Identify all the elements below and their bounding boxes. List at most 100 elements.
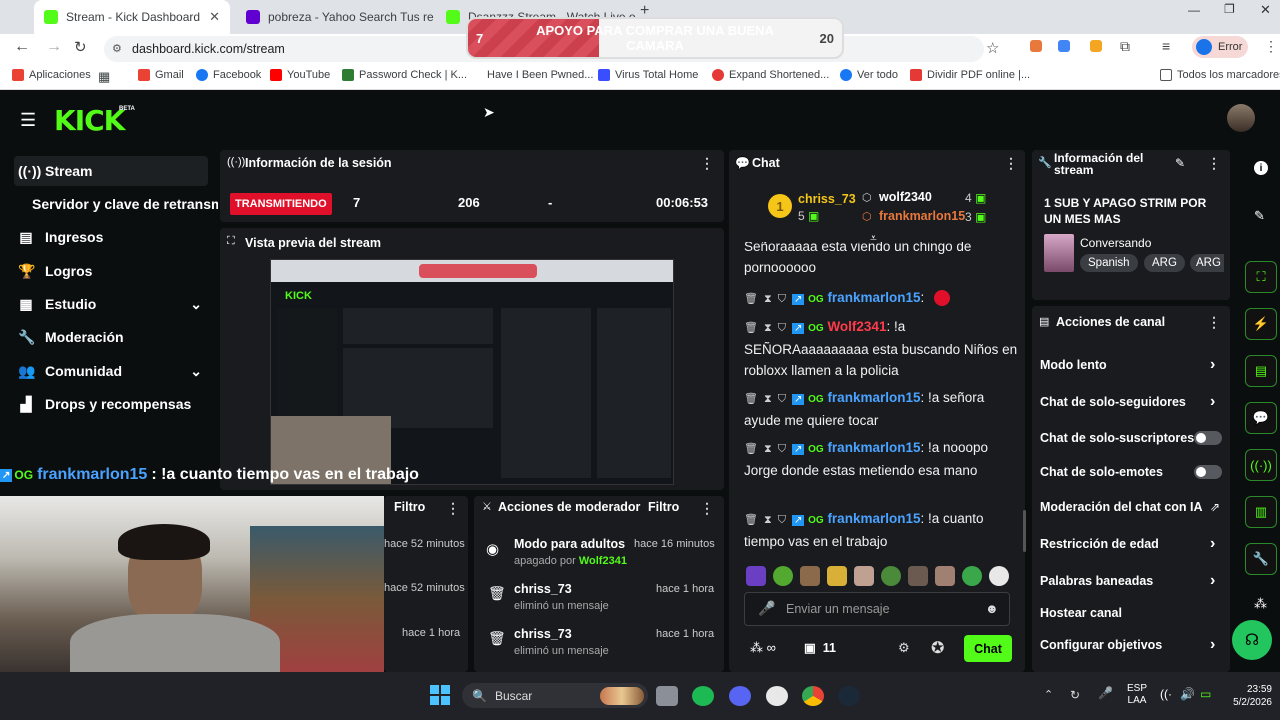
taskbar-clock[interactable]: 23:59 5/2/2026 <box>1226 683 1272 709</box>
gifts-row[interactable]: ▣ 11 <box>804 640 836 655</box>
rail-actions-icon[interactable]: ▥ <box>1245 496 1277 528</box>
bookmark-item[interactable]: YouTube <box>270 69 330 81</box>
support-headset-icon[interactable]: ☊ <box>1232 620 1272 660</box>
spotify-icon[interactable] <box>692 686 714 706</box>
bookmark-item[interactable]: Ver todo <box>840 69 898 81</box>
extensions-puzzle-icon[interactable]: ⧉ <box>1120 38 1130 55</box>
chevron-right-icon[interactable]: › <box>1210 636 1215 654</box>
tray-sync-icon[interactable]: ↻ <box>1070 688 1080 702</box>
chat-send-button[interactable]: Chat <box>964 635 1012 662</box>
microphone-icon[interactable]: 🎤 <box>758 600 775 617</box>
timeout-icon[interactable]: ⧗ <box>764 393 772 405</box>
sidebar-item-logros[interactable]: 🏆 Logros <box>14 256 208 286</box>
emote-icon[interactable] <box>800 566 820 586</box>
emote-icon[interactable] <box>935 566 955 586</box>
leaderboard-name[interactable]: frankmarlon15 <box>879 209 965 223</box>
rail-lightning-icon[interactable]: ⚡ <box>1245 308 1277 340</box>
session-menu-icon[interactable]: ⋮ <box>700 155 714 172</box>
settings-gear-icon[interactable]: ⚙ <box>898 640 910 656</box>
edit-pencil-icon[interactable]: ✎ <box>1254 208 1265 224</box>
followers-only-item[interactable]: Chat de solo-seguidores <box>1040 395 1186 409</box>
delete-icon[interactable]: 🗑 <box>744 514 758 526</box>
sidebar-item-estudio[interactable]: ▦ Estudio ⌄ <box>14 289 208 319</box>
emote-icon[interactable] <box>827 566 847 586</box>
chat-username[interactable]: Wolf2341 <box>827 319 886 334</box>
back-icon[interactable]: ← <box>14 38 30 56</box>
chevron-right-icon[interactable]: › <box>1210 393 1215 411</box>
extension-icon[interactable] <box>1090 40 1102 52</box>
sidebar-item-comunidad[interactable]: 👥 Comunidad ⌄ <box>14 356 208 386</box>
bookmark-item[interactable]: Todos los marcadores <box>1160 69 1280 81</box>
delete-icon[interactable]: 🗑 <box>744 293 758 305</box>
bookmark-item[interactable]: Gmail <box>138 69 184 81</box>
chat-username[interactable]: frankmarlon15 <box>827 440 920 455</box>
emote-icon[interactable] <box>989 566 1009 586</box>
filter-button[interactable]: Filtro <box>648 500 679 514</box>
slow-mode-item[interactable]: Modo lento <box>1040 358 1107 372</box>
chat-scrollbar[interactable] <box>1023 510 1026 552</box>
rail-preview-icon[interactable]: ⛶ <box>1245 261 1277 293</box>
bookmark-item[interactable]: Expand Shortened... <box>712 69 829 81</box>
host-channel-item[interactable]: Hostear canal <box>1040 606 1122 620</box>
reload-icon[interactable]: ↻ <box>74 38 87 56</box>
emoji-icon[interactable]: ☻ <box>985 601 999 616</box>
minimize-icon[interactable]: — <box>1188 3 1200 17</box>
chat-menu-icon[interactable]: ⋮ <box>1004 155 1018 172</box>
chat-username[interactable]: frankmarlon15 <box>827 511 920 526</box>
rail-wrench-icon[interactable]: 🔧 <box>1245 543 1277 575</box>
volume-icon[interactable]: 🔊 <box>1180 687 1195 701</box>
configure-goals-item[interactable]: Configurar objetivos <box>1040 638 1162 652</box>
ban-icon[interactable]: ⛉ <box>778 443 786 455</box>
ban-icon[interactable]: ⛉ <box>778 514 786 526</box>
rail-document-icon[interactable]: ▤ <box>1245 355 1277 387</box>
sidebar-item-drops[interactable]: ▟ Drops y recompensas <box>14 389 208 419</box>
emote-icon[interactable] <box>746 566 766 586</box>
discord-icon[interactable] <box>729 686 751 706</box>
reading-list-icon[interactable]: ≡ <box>1162 38 1170 54</box>
extension-icon[interactable] <box>1030 40 1042 52</box>
bookmark-item[interactable]: Virus Total Home <box>598 69 698 81</box>
forward-icon[interactable]: → <box>46 38 62 56</box>
wifi-icon[interactable]: ((· <box>1160 687 1172 701</box>
rail-chat-icon[interactable]: 💬 <box>1245 402 1277 434</box>
timeout-icon[interactable]: ⧗ <box>764 322 772 334</box>
taskbar-search[interactable]: 🔍 Buscar <box>462 683 648 708</box>
emote-icon[interactable] <box>854 566 874 586</box>
ban-icon[interactable]: ⛉ <box>778 322 786 334</box>
tab-yahoo-search[interactable]: pobreza - Yahoo Search Tus re ✕ <box>236 4 434 30</box>
maximize-icon[interactable]: ❐ <box>1224 2 1235 16</box>
stream-info-menu-icon[interactable]: ⋮ <box>1207 155 1221 172</box>
tray-mic-icon[interactable]: 🎤 <box>1098 686 1113 700</box>
user-avatar[interactable] <box>1227 104 1255 132</box>
ai-moderation-item[interactable]: Moderación del chat con IA <box>1040 500 1203 514</box>
delete-icon[interactable]: 🗑 <box>744 322 758 334</box>
hamburger-menu-icon[interactable]: ☰ <box>20 110 36 131</box>
task-view-icon[interactable] <box>656 686 678 706</box>
site-info-icon[interactable]: ⚙ <box>112 42 122 55</box>
bookmark-star-icon[interactable]: ☆ <box>986 39 999 57</box>
emote-icon[interactable] <box>881 566 901 586</box>
extension-icon[interactable] <box>1058 40 1070 52</box>
ban-icon[interactable]: ⛉ <box>778 293 786 305</box>
emote-icon[interactable] <box>962 566 982 586</box>
channel-actions-menu-icon[interactable]: ⋮ <box>1207 314 1221 331</box>
kick-logo[interactable]: KICK <box>54 104 125 137</box>
windows-start-icon[interactable] <box>430 685 450 705</box>
timeout-icon[interactable]: ⧗ <box>764 443 772 455</box>
sidebar-item-moderacion[interactable]: 🔧 Moderación <box>14 322 208 352</box>
sidebar-item-server-key[interactable]: Servidor y clave de retransm <box>28 189 218 219</box>
close-tab-icon[interactable]: ✕ <box>209 9 220 25</box>
bookmark-item[interactable]: Dividir PDF online |... <box>910 69 1030 81</box>
emote-icon[interactable] <box>908 566 928 586</box>
chat-username[interactable]: frankmarlon15 <box>827 390 920 405</box>
bookmark-item[interactable]: ▦ <box>98 69 130 85</box>
leaderboard-name[interactable]: chriss_73 <box>798 192 856 206</box>
chevron-right-icon[interactable]: › <box>1210 535 1215 553</box>
obs-icon[interactable] <box>766 686 788 706</box>
bookmark-item[interactable]: Have I Been Pwned... <box>487 69 593 81</box>
bot-icon[interactable]: ✪ <box>931 638 944 658</box>
sidebar-item-stream[interactable]: ((·)) Stream <box>14 156 208 186</box>
info-icon[interactable]: i <box>1254 161 1268 175</box>
bookmark-item[interactable]: Facebook <box>196 69 261 81</box>
tab-kick-dashboard[interactable]: Stream - Kick Dashboard ✕ <box>34 0 230 34</box>
